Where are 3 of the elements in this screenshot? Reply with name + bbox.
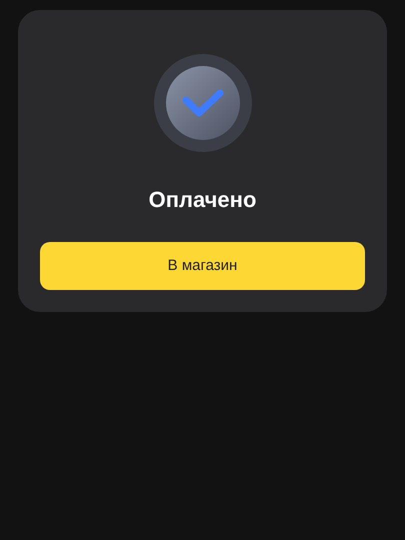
checkmark-icon <box>152 53 252 153</box>
status-title: Оплачено <box>148 186 256 214</box>
store-button[interactable]: В магазин <box>40 242 365 290</box>
